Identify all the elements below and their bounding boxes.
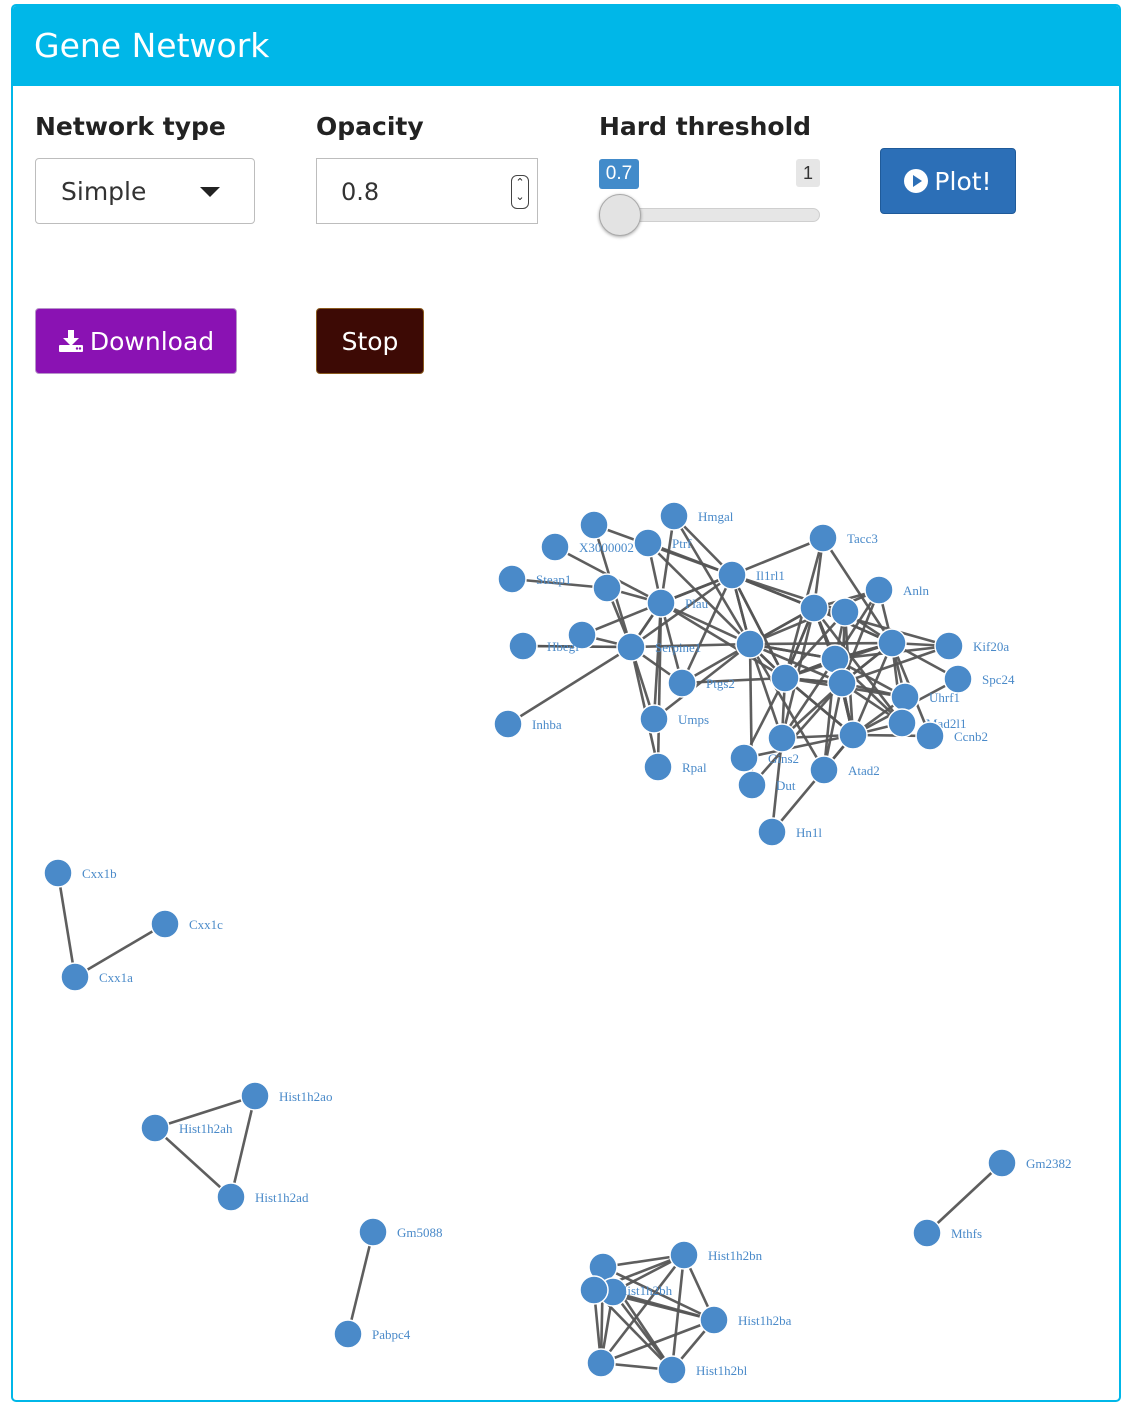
node-label: Ptrf <box>672 536 692 551</box>
network-node[interactable] <box>240 1081 270 1111</box>
node-label: Hist1h2bl <box>696 1363 748 1378</box>
network-node[interactable] <box>699 1305 729 1335</box>
network-node[interactable] <box>887 708 917 738</box>
network-node[interactable] <box>770 663 800 693</box>
network-node[interactable] <box>838 720 868 750</box>
network-node[interactable] <box>508 631 538 661</box>
network-node[interactable] <box>890 682 920 712</box>
node-label: Hist1h2ba <box>738 1313 792 1328</box>
node-label: Hmgal <box>698 509 734 524</box>
node-label: X3000002 <box>579 540 634 555</box>
network-edge <box>154 1127 232 1198</box>
node-label: Hist1h2bn <box>708 1248 763 1263</box>
network-edge <box>229 1095 257 1198</box>
network-edge <box>749 641 893 646</box>
node-label: Spc24 <box>982 672 1015 687</box>
network-node[interactable] <box>808 523 838 553</box>
network-node[interactable] <box>987 1148 1017 1178</box>
network-node[interactable] <box>767 723 797 753</box>
node-label: Gins2 <box>768 751 799 766</box>
network-node[interactable] <box>592 573 622 603</box>
network-node[interactable] <box>830 597 860 627</box>
network-node[interactable] <box>493 709 523 739</box>
network-node[interactable] <box>643 752 673 782</box>
network-edge <box>56 872 77 978</box>
network-node[interactable] <box>667 668 697 698</box>
network-node[interactable] <box>659 501 689 531</box>
network-node[interactable] <box>497 564 527 594</box>
node-label: Ptgs2 <box>706 676 735 691</box>
node-label: Uhrf1 <box>929 690 960 705</box>
network-node[interactable] <box>633 528 663 558</box>
node-label: Inhba <box>532 717 562 732</box>
node-label: Il1rl1 <box>756 568 785 583</box>
node-label: Hist1h2ad <box>255 1190 309 1205</box>
network-node[interactable] <box>799 593 829 623</box>
network-node[interactable] <box>216 1182 246 1212</box>
network-edge <box>346 1231 375 1335</box>
network-node[interactable] <box>943 664 973 694</box>
node-label: Plau <box>685 596 709 611</box>
network-node[interactable] <box>809 755 839 785</box>
network-node[interactable] <box>150 909 180 939</box>
network-node[interactable] <box>646 588 676 618</box>
node-label: Dut <box>776 778 796 793</box>
node-label: Hist1h2ah <box>179 1121 233 1136</box>
network-node[interactable] <box>586 1348 616 1378</box>
network-node[interactable] <box>934 631 964 661</box>
network-node[interactable] <box>669 1240 699 1270</box>
network-node[interactable] <box>60 962 90 992</box>
node-label: Hist1h2ao <box>279 1089 332 1104</box>
network-node[interactable] <box>657 1355 687 1385</box>
network-node[interactable] <box>140 1113 170 1143</box>
network-node[interactable] <box>757 817 787 847</box>
nodes: Hmgal Tacc3 Anln Il1rl1 Steap1 Hbegf Kif20a Spc… <box>43 501 1072 1385</box>
node-label: Mthfs <box>951 1226 982 1241</box>
network-node[interactable] <box>737 770 767 800</box>
network-node[interactable] <box>579 1275 609 1305</box>
network-node[interactable] <box>864 575 894 605</box>
node-label: Pabpc4 <box>372 1327 411 1342</box>
node-label: Tacc3 <box>847 531 878 546</box>
node-label: Hist1h2bh <box>618 1283 673 1298</box>
network-node[interactable] <box>579 510 609 540</box>
gene-network-panel: Gene Network Network type Simple Opacity… <box>11 4 1121 1402</box>
node-label: Cxx1a <box>99 970 133 985</box>
node-label: Hbegf <box>547 639 580 654</box>
node-label: Cxx1b <box>82 866 117 881</box>
node-label: Anln <box>903 583 930 598</box>
node-label: Steap1 <box>536 572 571 587</box>
node-label: Hn1l <box>796 825 822 840</box>
network-node[interactable] <box>358 1217 388 1247</box>
node-label: Rpal <box>682 760 707 775</box>
network-node[interactable] <box>877 628 907 658</box>
node-label: Gm2382 <box>1026 1156 1072 1171</box>
network-node[interactable] <box>43 858 73 888</box>
node-label: Kif20a <box>973 639 1009 654</box>
node-label: Serpine1 <box>655 640 701 655</box>
node-label: Gm5088 <box>397 1225 443 1240</box>
network-node[interactable] <box>540 532 570 562</box>
network-node[interactable] <box>827 668 857 698</box>
node-label: Ccnb2 <box>954 729 988 744</box>
node-label: Cxx1c <box>189 917 223 932</box>
network-node[interactable] <box>639 704 669 734</box>
network-node[interactable] <box>616 632 646 662</box>
network-node[interactable] <box>717 560 747 590</box>
network-graph[interactable]: Hmgal Tacc3 Anln Il1rl1 Steap1 Hbegf Kif20a Spc… <box>13 6 1119 1400</box>
network-edge <box>926 1162 1003 1234</box>
network-node[interactable] <box>915 721 945 751</box>
node-label: Atad2 <box>848 763 880 778</box>
network-node[interactable] <box>333 1319 363 1349</box>
network-node[interactable] <box>735 629 765 659</box>
network-node[interactable] <box>912 1218 942 1248</box>
node-label: Umps <box>678 712 709 727</box>
network-node[interactable] <box>729 743 759 773</box>
